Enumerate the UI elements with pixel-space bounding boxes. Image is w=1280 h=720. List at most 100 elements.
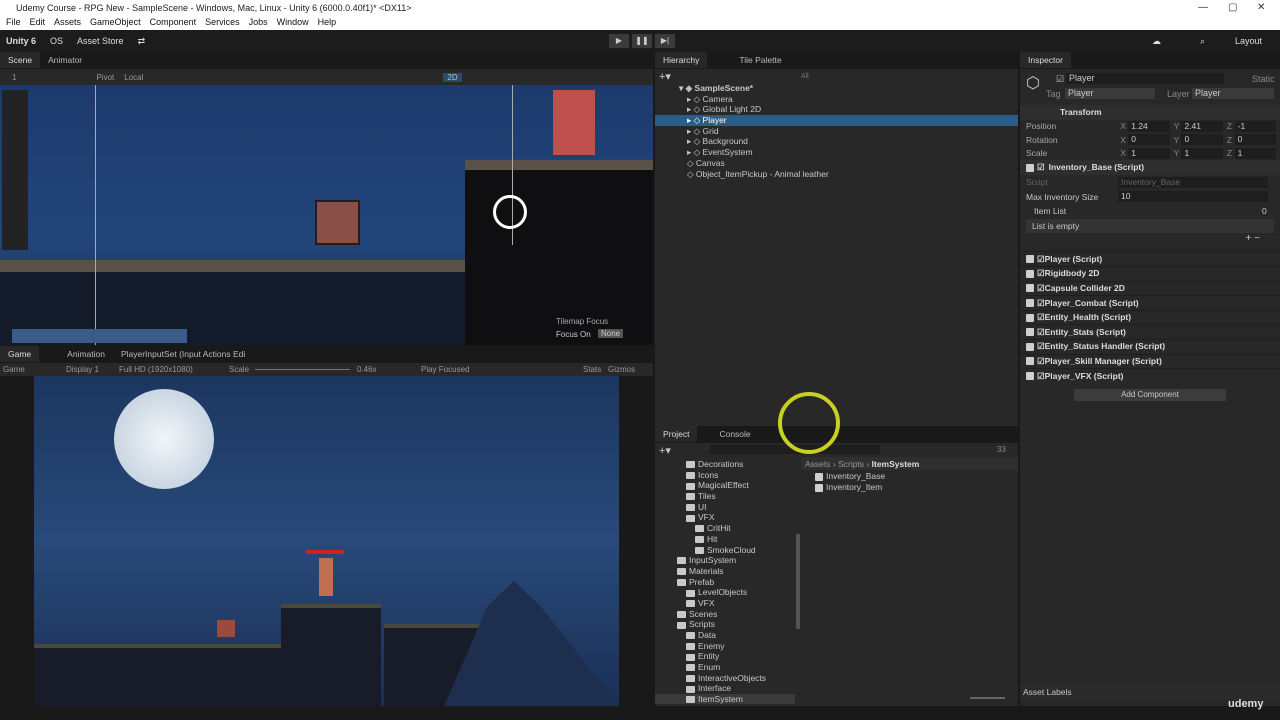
tab-project[interactable]: Project — [655, 426, 698, 442]
file-inventory-item[interactable]: Inventory_Item — [815, 482, 882, 493]
scale-y-field[interactable]: 1 — [1181, 148, 1223, 160]
add-icon[interactable]: +▾ — [659, 70, 671, 83]
asset-store-dropdown[interactable]: Asset Store — [77, 36, 124, 46]
folder-item[interactable]: Enum — [655, 662, 795, 673]
list-count[interactable]: 0 — [1262, 204, 1267, 219]
tab-inspector[interactable]: Inspector — [1020, 52, 1071, 68]
folder-item[interactable]: MagicalEffect — [655, 480, 795, 491]
tile-palette-tools[interactable] — [2, 90, 28, 250]
component-header[interactable]: ☑ Rigidbody 2D — [1020, 265, 1280, 281]
focus-on-dropdown[interactable]: None — [598, 329, 624, 338]
breadcrumb-assets[interactable]: Assets — [805, 459, 831, 469]
scene-root[interactable]: ▾ ◈ SampleScene* — [655, 83, 1018, 94]
folder-item[interactable]: CritHit — [655, 523, 795, 534]
hierarchy-item[interactable]: ▸ ◇ Player — [655, 115, 1018, 126]
folder-item[interactable]: SmokeCloud — [655, 545, 795, 556]
resolution-dropdown[interactable]: Full HD (1920x1080) — [119, 365, 193, 374]
component-header[interactable]: ☑ Player (Script) — [1020, 251, 1280, 266]
folder-item[interactable]: Enemy — [655, 641, 795, 652]
component-header[interactable]: ☑ Player_Combat (Script) — [1020, 295, 1280, 310]
hidden-packages-count[interactable]: 33 — [997, 445, 1006, 454]
tab-console[interactable]: Console — [711, 426, 758, 442]
folder-item[interactable]: InteractiveObjects — [655, 673, 795, 684]
folder-item[interactable]: Prefab — [655, 577, 795, 588]
crate-sprite[interactable] — [315, 200, 360, 245]
cloud-icon[interactable]: ☁ — [1152, 36, 1161, 47]
pivot-dropdown[interactable]: Pivot — [96, 73, 114, 82]
component-header[interactable]: ☑ Entity_Status Handler (Script) — [1020, 338, 1280, 354]
tab-game[interactable]: Game — [0, 346, 40, 362]
tab-input-actions[interactable]: PlayerInputSet (Input Actions Edi — [113, 346, 253, 362]
close-button[interactable]: ✕ — [1257, 2, 1265, 13]
inventory-base-header[interactable]: ☑ Inventory_Base (Script) — [1020, 160, 1280, 175]
max-inventory-size-field[interactable]: 10 — [1118, 191, 1268, 203]
play-button[interactable]: ▶ — [609, 34, 629, 48]
folder-item[interactable]: Scenes — [655, 609, 795, 620]
menu-help[interactable]: Help — [318, 17, 337, 30]
enabled-checkbox[interactable]: ☑ — [1037, 296, 1045, 311]
folder-item[interactable]: InputSystem — [655, 555, 795, 566]
add-asset-icon[interactable]: +▾ — [659, 444, 671, 457]
file-inventory-base[interactable]: Inventory_Base — [815, 471, 885, 482]
tag-dropdown[interactable]: Player — [1065, 88, 1155, 99]
script-reference[interactable]: Inventory_Base — [1118, 176, 1268, 188]
enabled-checkbox[interactable]: ☑ — [1037, 310, 1045, 325]
enabled-checkbox[interactable]: ☑ — [1037, 354, 1045, 369]
player-sprite[interactable] — [553, 90, 595, 155]
position-y-field[interactable]: 2.41 — [1181, 120, 1223, 132]
hierarchy-item[interactable]: ▸ ◇ Grid — [655, 126, 1018, 137]
enabled-checkbox[interactable]: ☑ — [1037, 339, 1045, 354]
hierarchy-item[interactable]: ▸ ◇ Camera — [655, 94, 1018, 105]
play-focused-dropdown[interactable]: Play Focused — [421, 365, 469, 374]
enabled-checkbox[interactable]: ☑ — [1037, 325, 1045, 340]
rotation-y-field[interactable]: 0 — [1181, 134, 1223, 146]
layout-dropdown[interactable]: Layout — [1235, 36, 1262, 46]
step-button[interactable]: ▶| — [655, 34, 675, 48]
enabled-checkbox[interactable]: ☑ — [1037, 266, 1045, 281]
maximize-button[interactable]: ▢ — [1228, 2, 1237, 13]
folder-item[interactable]: Materials — [655, 566, 795, 577]
search-icon[interactable]: ⌕ — [1200, 36, 1205, 47]
folder-item[interactable]: Scripts — [655, 619, 795, 630]
menu-assets[interactable]: Assets — [54, 17, 81, 30]
tab-animation[interactable]: Animation — [59, 346, 113, 362]
hierarchy-item[interactable]: ▸ ◇ Global Light 2D — [655, 104, 1018, 115]
pause-button[interactable]: ❚❚ — [632, 34, 652, 48]
rotation-z-field[interactable]: 0 — [1234, 134, 1276, 146]
hierarchy-item[interactable]: ◇ Canvas — [655, 158, 1018, 169]
hierarchy-search[interactable]: All — [801, 73, 809, 80]
menu-component[interactable]: Component — [150, 17, 197, 30]
item-list-row[interactable]: Item List 0 — [1020, 204, 1280, 219]
folder-item[interactable]: UI — [655, 502, 795, 513]
tree-scrollbar[interactable] — [796, 534, 800, 629]
gizmos-button[interactable]: Gizmos — [608, 365, 635, 374]
menu-window[interactable]: Window — [277, 17, 309, 30]
layer-dropdown[interactable]: Player — [1192, 88, 1274, 99]
version-control-icon[interactable]: ⇄ — [138, 36, 146, 47]
tab-scene[interactable]: Scene — [0, 52, 41, 68]
folder-item[interactable]: Tiles — [655, 491, 795, 502]
folder-item[interactable]: Interface — [655, 683, 795, 694]
list-add-remove[interactable]: + − — [1020, 233, 1280, 251]
os-dropdown[interactable]: OS — [50, 36, 63, 46]
component-header[interactable]: ☑ Player_Skill Manager (Script) — [1020, 353, 1280, 369]
menu-gameobject[interactable]: GameObject — [90, 17, 141, 30]
stats-button[interactable]: Stats — [583, 365, 601, 374]
transform-header[interactable]: Transform — [1020, 105, 1280, 120]
2d-toggle[interactable]: 2D — [443, 72, 462, 82]
account-button[interactable]: Unity 6 — [6, 36, 36, 46]
menu-edit[interactable]: Edit — [30, 17, 46, 30]
folder-item[interactable]: Hit — [655, 534, 795, 545]
folder-item[interactable]: LevelObjects — [655, 587, 795, 598]
scene-viewport[interactable]: Tilemap Focus Focus On None — [0, 85, 653, 345]
tab-animator[interactable]: Animator — [40, 52, 90, 68]
breadcrumb-scripts[interactable]: Scripts — [838, 459, 864, 469]
rotation-x-field[interactable]: 0 — [1128, 134, 1170, 146]
folder-item[interactable]: VFX — [655, 598, 795, 609]
hierarchy-item[interactable]: ▸ ◇ EventSystem — [655, 147, 1018, 158]
display-dropdown[interactable]: Display 1 — [66, 365, 99, 374]
scale-z-field[interactable]: 1 — [1234, 148, 1276, 160]
breadcrumb-itemsystem[interactable]: ItemSystem — [872, 459, 920, 469]
menu-jobs[interactable]: Jobs — [249, 17, 268, 30]
folder-item[interactable]: Entity — [655, 651, 795, 662]
